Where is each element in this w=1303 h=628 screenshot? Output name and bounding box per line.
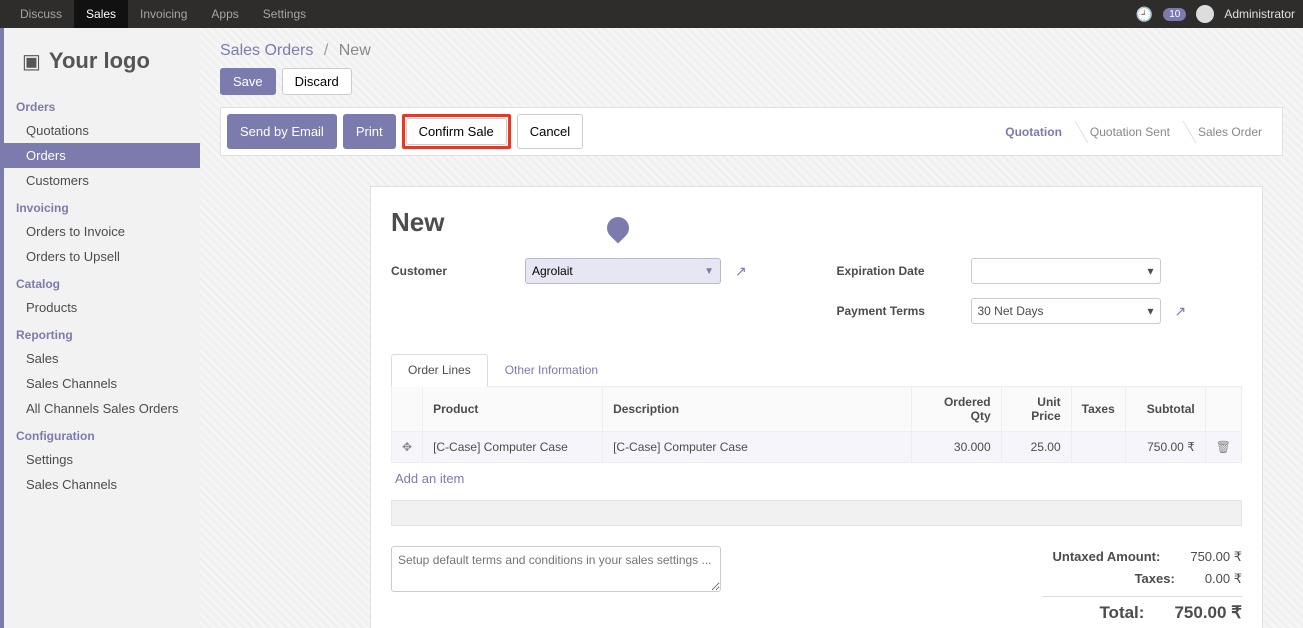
- camera-icon: ▣: [22, 49, 41, 74]
- section-reporting: Reporting: [4, 320, 200, 346]
- clock-icon[interactable]: 🕘: [1136, 6, 1153, 23]
- sidebar-item-orders[interactable]: Orders: [4, 143, 200, 168]
- chevron-down-icon: ▼: [704, 266, 714, 277]
- logo: ▣ Your logo: [4, 38, 200, 92]
- cell-unit-price[interactable]: 25.00: [1001, 432, 1071, 463]
- form-sheet: New Customer ▼ ↗: [370, 186, 1263, 628]
- highlight-confirm: Confirm Sale: [402, 114, 511, 149]
- col-subtotal: Subtotal: [1125, 387, 1205, 432]
- grid-footer-strip: [391, 500, 1242, 526]
- col-product: Product: [423, 387, 603, 432]
- top-navbar: Discuss Sales Invoicing Apps Settings 🕘 …: [0, 0, 1303, 28]
- total-value: 750.00 ₹: [1174, 603, 1242, 623]
- sidebar-item-sales[interactable]: Sales: [4, 346, 200, 371]
- stage-sales-order[interactable]: Sales Order: [1184, 119, 1276, 145]
- section-catalog: Catalog: [4, 269, 200, 295]
- cell-taxes[interactable]: [1071, 432, 1125, 463]
- untaxed-value: 750.00 ₹: [1190, 549, 1242, 565]
- col-unit-price: Unit Price: [1001, 387, 1071, 432]
- sidebar-item-config-channels[interactable]: Sales Channels: [4, 472, 200, 497]
- payment-terms-label: Payment Terms: [837, 304, 957, 318]
- col-taxes: Taxes: [1071, 387, 1125, 432]
- print-button[interactable]: Print: [343, 114, 396, 149]
- topnav-settings[interactable]: Settings: [251, 0, 318, 28]
- section-invoicing: Invoicing: [4, 193, 200, 219]
- expiration-label: Expiration Date: [837, 264, 957, 278]
- messages-badge[interactable]: 10: [1163, 8, 1186, 21]
- confirm-sale-button[interactable]: Confirm Sale: [406, 118, 507, 145]
- tab-other-information[interactable]: Other Information: [488, 354, 615, 386]
- topnav-discuss[interactable]: Discuss: [8, 0, 74, 28]
- untaxed-label: Untaxed Amount:: [1052, 549, 1160, 565]
- sidebar: ▣ Your logo Orders Quotations Orders Cus…: [0, 28, 200, 628]
- cell-product[interactable]: [C-Case] Computer Case: [423, 432, 603, 463]
- chevron-down-icon: ▾: [1147, 264, 1153, 278]
- terms-textarea[interactable]: [391, 546, 721, 592]
- breadcrumb-current: New: [339, 42, 371, 59]
- tab-order-lines[interactable]: Order Lines: [391, 354, 488, 387]
- expiration-date-field[interactable]: ▾: [971, 258, 1161, 284]
- customer-label: Customer: [391, 264, 511, 278]
- chevron-down-icon: ▾: [1147, 304, 1153, 318]
- taxes-label: Taxes:: [1135, 571, 1175, 587]
- table-row[interactable]: ✥ [C-Case] Computer Case [C-Case] Comput…: [392, 432, 1242, 463]
- status-bar: Send by Email Print Confirm Sale Cancel …: [220, 107, 1283, 156]
- discard-button[interactable]: Discard: [282, 68, 352, 95]
- page-title: New: [391, 207, 1242, 238]
- external-link-icon[interactable]: ↗: [735, 263, 747, 280]
- stage-quotation-sent[interactable]: Quotation Sent: [1076, 119, 1184, 145]
- stage-quotation[interactable]: Quotation: [991, 119, 1076, 145]
- topnav-sales[interactable]: Sales: [74, 0, 128, 28]
- customer-combo[interactable]: ▼: [525, 258, 721, 284]
- breadcrumb: Sales Orders / New: [220, 42, 1283, 60]
- stage-bar: Quotation Quotation Sent Sales Order: [991, 119, 1276, 145]
- sidebar-item-all-channels[interactable]: All Channels Sales Orders: [4, 396, 200, 421]
- send-email-button[interactable]: Send by Email: [227, 114, 337, 149]
- user-name[interactable]: Administrator: [1224, 7, 1295, 21]
- avatar[interactable]: [1196, 5, 1214, 23]
- external-link-icon[interactable]: ↗: [1175, 303, 1187, 320]
- logo-text: Your logo: [49, 48, 150, 74]
- col-description: Description: [603, 387, 912, 432]
- breadcrumb-parent[interactable]: Sales Orders: [220, 42, 313, 59]
- trash-icon[interactable]: 🗑: [1216, 440, 1231, 454]
- cell-qty[interactable]: 30.000: [911, 432, 1001, 463]
- sidebar-item-orders-to-upsell[interactable]: Orders to Upsell: [4, 244, 200, 269]
- topnav-invoicing[interactable]: Invoicing: [128, 0, 199, 28]
- order-lines-grid: Product Description Ordered Qty Unit Pri…: [391, 386, 1242, 463]
- sidebar-item-settings[interactable]: Settings: [4, 447, 200, 472]
- payment-terms-field[interactable]: 30 Net Days ▾: [971, 298, 1161, 324]
- sidebar-item-sales-channels[interactable]: Sales Channels: [4, 371, 200, 396]
- customer-input[interactable]: [532, 264, 672, 278]
- sidebar-item-products[interactable]: Products: [4, 295, 200, 320]
- topnav-apps[interactable]: Apps: [199, 0, 250, 28]
- section-configuration: Configuration: [4, 421, 200, 447]
- cancel-button[interactable]: Cancel: [517, 114, 583, 149]
- drag-handle-icon[interactable]: ✥: [402, 440, 412, 454]
- add-item-link[interactable]: Add an item: [391, 463, 1242, 494]
- save-button[interactable]: Save: [220, 68, 276, 95]
- sidebar-item-orders-to-invoice[interactable]: Orders to Invoice: [4, 219, 200, 244]
- sidebar-item-quotations[interactable]: Quotations: [4, 118, 200, 143]
- taxes-value: 0.00 ₹: [1205, 571, 1242, 587]
- cell-subtotal: 750.00 ₹: [1125, 432, 1205, 463]
- totals: Untaxed Amount: 750.00 ₹ Taxes: 0.00 ₹ Tot…: [1042, 546, 1242, 623]
- cell-description[interactable]: [C-Case] Computer Case: [603, 432, 912, 463]
- sidebar-item-customers[interactable]: Customers: [4, 168, 200, 193]
- section-orders: Orders: [4, 92, 200, 118]
- total-label: Total:: [1099, 603, 1144, 623]
- col-ordered-qty: Ordered Qty: [911, 387, 1001, 432]
